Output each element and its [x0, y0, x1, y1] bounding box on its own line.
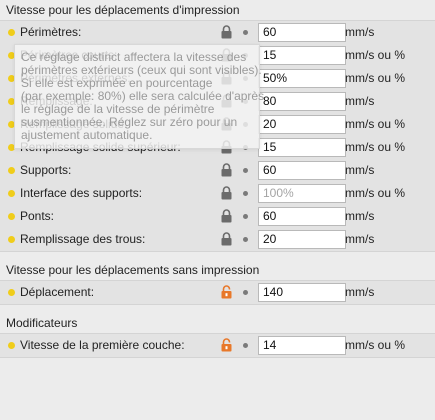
unit-label: mm/s	[345, 94, 375, 108]
reset-bullet-icon[interactable]	[243, 168, 248, 173]
reset-bullet-icon[interactable]	[243, 214, 248, 219]
lock-icon[interactable]	[221, 25, 232, 39]
lock-icon[interactable]	[221, 186, 232, 200]
value-input[interactable]: 20	[258, 230, 346, 249]
unit-label: mm/s ou %	[345, 140, 406, 154]
mode-indicator-icon	[8, 167, 15, 174]
unit-label: mm/s ou %	[345, 186, 406, 200]
setting-row: Périmètres: 60 mm/s	[0, 21, 435, 44]
reset-bullet-icon[interactable]	[243, 237, 248, 242]
section-gap	[0, 252, 435, 260]
setting-row: Vitesse de la première couche: 14 mm/s ou …	[0, 334, 435, 357]
reset-bullet-icon[interactable]	[243, 343, 248, 348]
setting-label: Déplacement:	[20, 285, 95, 299]
unit-label: mm/s ou %	[345, 48, 406, 62]
unit-label: mm/s	[345, 285, 375, 299]
unit-label: mm/s ou %	[345, 117, 406, 131]
setting-row: Ponts: 60 mm/s	[0, 205, 435, 228]
mode-indicator-icon	[8, 236, 15, 243]
value-input[interactable]: 60	[258, 161, 346, 180]
setting-row: Remplissage des trous: 20 mm/s	[0, 228, 435, 251]
setting-label: Interface des supports:	[20, 186, 143, 200]
setting-label: Vitesse de la première couche:	[20, 338, 185, 352]
value-input[interactable]: 80	[258, 92, 346, 111]
mode-indicator-icon	[8, 29, 15, 36]
setting-row: Interface des supports: 100% mm/s ou %	[0, 182, 435, 205]
value-input[interactable]: 140	[258, 283, 346, 302]
mode-indicator-icon	[8, 289, 15, 296]
tooltip-line: ajustement automatique.	[21, 128, 153, 142]
value-input[interactable]: 100%	[258, 184, 346, 203]
unlocked-lock-icon[interactable]	[221, 285, 232, 299]
value-input[interactable]: 60	[258, 207, 346, 226]
unit-label: mm/s	[345, 163, 375, 177]
reset-bullet-icon[interactable]	[243, 290, 248, 295]
unit-label: mm/s ou %	[345, 338, 406, 352]
lock-icon[interactable]	[221, 232, 232, 246]
setting-label: Ponts:	[20, 209, 55, 223]
section-gap	[0, 305, 435, 313]
setting-row: Supports: 60 mm/s	[0, 159, 435, 182]
settings-group: Vitesse de la première couche: 14 mm/s ou …	[0, 333, 435, 358]
value-input[interactable]: 15	[258, 138, 346, 157]
reset-bullet-icon[interactable]	[243, 30, 248, 35]
value-input[interactable]: 20	[258, 115, 346, 134]
settings-group: Déplacement: 140 mm/s	[0, 280, 435, 305]
section-title: Vitesse pour les déplacements sans impre…	[0, 260, 435, 280]
unit-label: mm/s	[345, 232, 375, 246]
value-input[interactable]: 14	[258, 336, 346, 355]
lock-icon[interactable]	[221, 163, 232, 177]
unit-label: mm/s ou %	[345, 71, 406, 85]
setting-label: Remplissage des trous:	[20, 232, 146, 246]
section-title: Modificateurs	[0, 313, 435, 333]
setting-row: Déplacement: 140 mm/s	[0, 281, 435, 304]
unit-label: mm/s	[345, 209, 375, 223]
section-title: Vitesse pour les déplacements d'impressi…	[0, 0, 435, 20]
unit-label: mm/s	[345, 25, 375, 39]
tooltip: Ce réglage distinct affectera la vitesse…	[14, 44, 264, 149]
value-input[interactable]: 50%	[258, 69, 346, 88]
setting-label: Périmètres:	[20, 25, 82, 39]
unlocked-lock-icon[interactable]	[221, 338, 232, 352]
mode-indicator-icon	[8, 190, 15, 197]
lock-icon[interactable]	[221, 209, 232, 223]
reset-bullet-icon[interactable]	[243, 191, 248, 196]
mode-indicator-icon	[8, 213, 15, 220]
value-input[interactable]: 60	[258, 23, 346, 42]
setting-label: Supports:	[20, 163, 72, 177]
value-input[interactable]: 15	[258, 46, 346, 65]
mode-indicator-icon	[8, 342, 15, 349]
